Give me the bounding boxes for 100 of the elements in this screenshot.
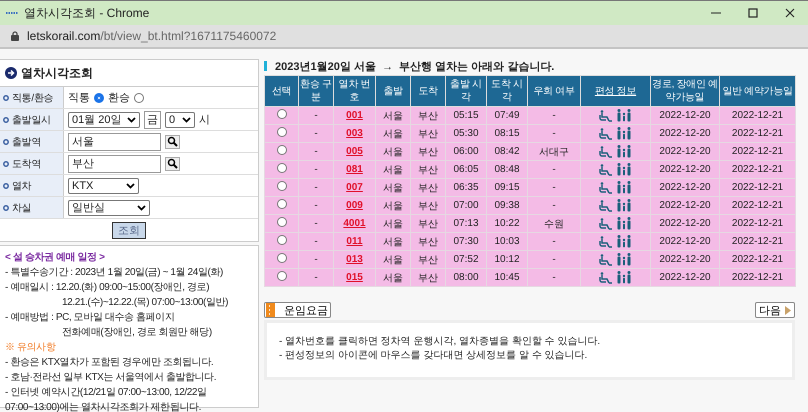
- table-cell: 07:30: [446, 232, 486, 250]
- table-cell: -: [528, 106, 580, 124]
- info-text: - 편성정보의 아이콘에 마우스를 갖다대면 상세정보를 알 수 있습니다.: [267, 349, 792, 377]
- table-cell: 2022-12-20: [650, 178, 720, 196]
- notice-text: - 예매일시 : 12.20.(화) 09:00~15:00(장애인, 경로): [5, 281, 210, 295]
- table-cell: -: [298, 250, 334, 268]
- wheelchair-icon[interactable]: [599, 128, 613, 140]
- table-cell: 서울: [376, 232, 410, 250]
- table-cell: 부산: [410, 196, 446, 214]
- train-number-link[interactable]: 011: [346, 236, 363, 247]
- row-radio-button[interactable]: [276, 253, 286, 263]
- table-cell: -: [298, 232, 334, 250]
- row-radio-button[interactable]: [276, 271, 286, 281]
- family-icon[interactable]: [616, 109, 632, 122]
- date-dropdown[interactable]: 01월 20일: [68, 112, 140, 128]
- field-label: 도착역: [12, 158, 42, 170]
- table-cell: 부산: [410, 232, 446, 250]
- table-cell: 서울: [376, 160, 410, 178]
- table-cell: 2022-12-21: [720, 214, 796, 232]
- field-label: 차실: [12, 202, 32, 214]
- family-icon[interactable]: [616, 145, 632, 158]
- train-number-link[interactable]: 013: [346, 254, 363, 265]
- bullet-icon: [3, 182, 9, 188]
- notice-text: - 예매방법 : PC, 모바일 대수송 홈페이지: [5, 311, 176, 325]
- table-cell: 2022-12-20: [650, 268, 720, 286]
- search-button[interactable]: [165, 156, 180, 170]
- maximize-icon[interactable]: [748, 8, 758, 18]
- family-icon[interactable]: [616, 163, 632, 176]
- radio-button[interactable]: [134, 92, 144, 102]
- wheelchair-icon[interactable]: [599, 218, 613, 230]
- column-header[interactable]: 편성 정보: [580, 76, 650, 106]
- wheelchair-icon[interactable]: [599, 272, 613, 284]
- table-cell: -: [528, 178, 580, 196]
- dropdown[interactable]: 일반실: [68, 200, 150, 216]
- search-button[interactable]: [165, 134, 180, 148]
- search-button[interactable]: 조회: [112, 222, 146, 238]
- row-radio-button[interactable]: [276, 145, 286, 155]
- table-cell: 06:35: [446, 178, 486, 196]
- table-cell: 2022-12-20: [650, 160, 720, 178]
- table-cell: 2022-12-20: [650, 232, 720, 250]
- table-cell: 부산: [410, 142, 446, 160]
- row-radio-button[interactable]: [276, 163, 286, 173]
- table-cell: 부산: [410, 178, 446, 196]
- train-number-link[interactable]: 005: [346, 146, 363, 157]
- info-text: - 열차번호를 클릭하면 정차역 운행시각, 열차종별을 확인할 수 있습니다.: [267, 323, 792, 349]
- table-cell: 07:49: [486, 106, 528, 124]
- family-icon[interactable]: [616, 199, 632, 212]
- site-logo-icon: [6, 10, 18, 16]
- table-cell: 서대구: [528, 142, 580, 160]
- radio-button[interactable]: [94, 92, 104, 102]
- form-title: 열차시각조회: [21, 64, 93, 82]
- train-number-link[interactable]: 4001: [343, 218, 366, 229]
- url-text[interactable]: letskorail.com/bt/view_bt.html?1671175460072: [27, 29, 276, 43]
- train-number-link[interactable]: 081: [346, 164, 363, 175]
- field-label: 출발역: [12, 136, 42, 148]
- row-radio-button[interactable]: [276, 109, 286, 119]
- row-radio-button[interactable]: [276, 235, 286, 245]
- station-field[interactable]: 서울: [68, 132, 161, 150]
- train-number-link[interactable]: 003: [346, 128, 363, 139]
- field-label: 열차: [12, 180, 32, 192]
- fare-button[interactable]: 운임요금: [264, 302, 331, 318]
- family-icon[interactable]: [616, 217, 632, 230]
- table-cell: 부산: [410, 160, 446, 178]
- row-radio-button[interactable]: [276, 199, 286, 209]
- wheelchair-icon[interactable]: [599, 236, 613, 248]
- wheelchair-icon[interactable]: [599, 146, 613, 158]
- family-icon[interactable]: [616, 181, 632, 194]
- train-number-link[interactable]: 015: [346, 272, 363, 283]
- wheelchair-icon[interactable]: [599, 110, 613, 122]
- table-cell: 2022-12-21: [720, 124, 796, 142]
- notice-text: 전화예매(장애인, 경로 회원만 해당): [61, 326, 213, 340]
- close-icon[interactable]: [784, 8, 794, 18]
- train-number-link[interactable]: 007: [346, 182, 363, 193]
- family-icon[interactable]: [616, 127, 632, 140]
- weekday-field: 금: [144, 110, 161, 128]
- column-header: 열차 번호: [334, 76, 376, 106]
- next-button[interactable]: 다음: [755, 302, 795, 318]
- results-heading: 2023년1월20일 서울 → 부산행 열차는 아래와 같습니다.: [275, 60, 554, 74]
- row-radio-button[interactable]: [276, 181, 286, 191]
- wheelchair-icon[interactable]: [599, 164, 613, 176]
- train-number-link[interactable]: 009: [346, 200, 363, 211]
- table-cell: 서울: [376, 268, 410, 286]
- dropdown[interactable]: KTX: [68, 178, 139, 194]
- train-number-link[interactable]: 001: [346, 110, 363, 121]
- hour-dropdown[interactable]: 0: [165, 112, 195, 128]
- notice-text: 12.21.(수)~12.22.(목) 07:00~13:00(일반): [61, 296, 230, 310]
- heading-bar-icon: [264, 61, 267, 71]
- table-cell: -: [528, 250, 580, 268]
- row-radio-button[interactable]: [276, 127, 286, 137]
- table-cell: 06:05: [446, 160, 486, 178]
- row-radio-button[interactable]: [276, 217, 286, 227]
- family-icon[interactable]: [616, 253, 632, 266]
- station-field[interactable]: 부산: [68, 154, 161, 172]
- family-icon[interactable]: [616, 235, 632, 248]
- wheelchair-icon[interactable]: [599, 182, 613, 194]
- family-icon[interactable]: [616, 271, 632, 284]
- wheelchair-icon[interactable]: [599, 200, 613, 212]
- bullet-icon: [3, 138, 9, 144]
- wheelchair-icon[interactable]: [599, 254, 613, 266]
- notice-text: - 인터넷 예약시간(12/21일 07:00~13:00, 12/22일 07:00~13:00)에는 열차시각조회가 제한됩니다.: [5, 386, 208, 412]
